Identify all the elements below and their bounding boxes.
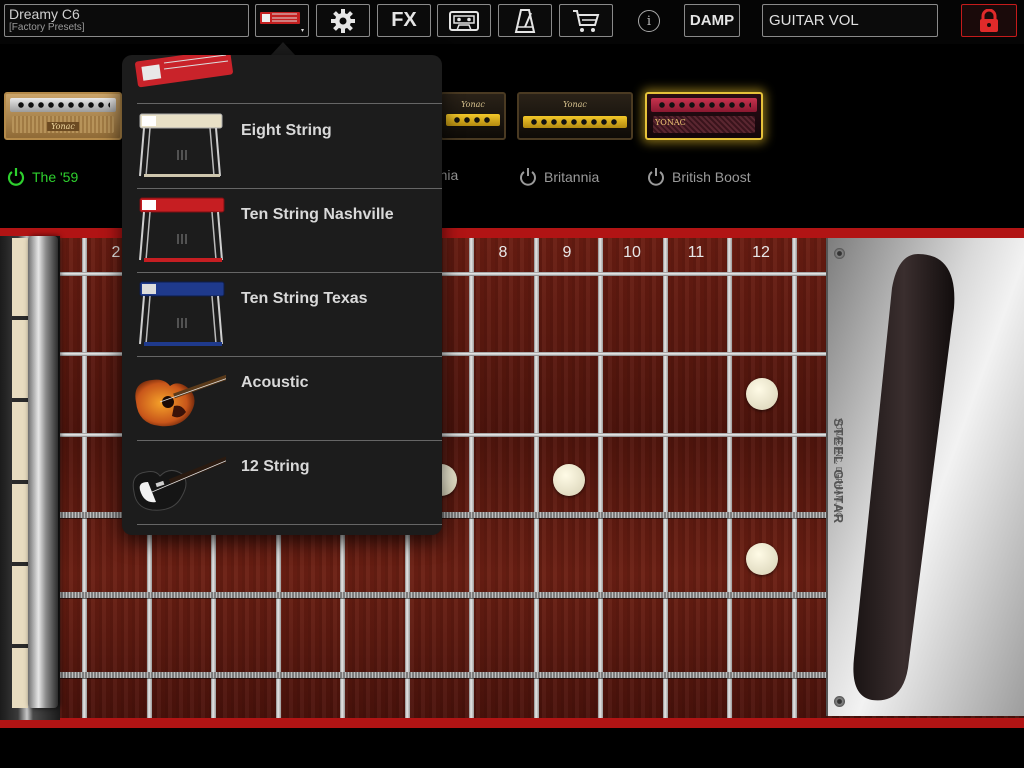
guitar-volume-label: GUITAR VOL — [769, 12, 859, 29]
fret-number: 11 — [687, 244, 705, 261]
info-glyph: i — [646, 13, 652, 29]
fret-bar — [792, 238, 797, 718]
amp-british-boost[interactable]: YONAC — [645, 92, 763, 140]
power-icon — [7, 168, 25, 186]
amp-britannia-2[interactable]: Yonac — [517, 92, 633, 140]
plate-maker: YONAC INC. DURHAM, NC — [834, 418, 843, 519]
instrument-option-eight-string[interactable]: Eight String — [122, 104, 442, 188]
fret-bar — [663, 238, 668, 718]
amp-name: British Boost — [672, 169, 751, 185]
instrument-select-button[interactable] — [255, 4, 309, 37]
fret-inlay-dot — [746, 378, 778, 410]
pedal-steel-red-icon — [139, 197, 225, 262]
fret-number: 12 — [752, 244, 770, 261]
fx-button[interactable]: FX — [377, 4, 431, 37]
amp-knobs — [452, 116, 494, 124]
gear-icon — [331, 8, 355, 33]
settings-button[interactable] — [316, 4, 370, 37]
nut-ivory-inlay — [12, 238, 28, 708]
acoustic-guitar-icon — [135, 374, 226, 427]
power-icon — [520, 168, 536, 186]
steel-guitar-icon — [260, 11, 304, 32]
electric-12-string-icon — [132, 456, 226, 511]
amp-badge: Yonac — [461, 100, 485, 109]
fret-inlay-dot — [553, 464, 585, 496]
amp-badge: YONAC — [655, 118, 686, 127]
lock-button[interactable] — [961, 4, 1017, 37]
fret-number: 10 — [623, 244, 641, 261]
screw-icon — [834, 248, 845, 259]
fret-number: 9 — [562, 244, 572, 261]
amp-the-59[interactable]: Yonac — [4, 92, 122, 140]
steel-bar-slide[interactable] — [28, 236, 58, 708]
amp-badge: Yonac — [47, 122, 79, 131]
amp-power-britannia-2[interactable]: Britannia — [518, 167, 599, 187]
instrument-option-label: Ten String Texas — [241, 290, 368, 307]
amp-knobs — [657, 101, 751, 109]
fret-number: 8 — [498, 244, 508, 261]
instrument-option-label: 12 String — [241, 458, 310, 475]
guitar-volume-slider[interactable]: GUITAR VOL — [762, 4, 938, 37]
shopping-cart-icon — [573, 9, 600, 32]
amp-knobs — [16, 101, 110, 109]
lock-icon — [980, 8, 998, 32]
pickup-icon — [853, 254, 955, 701]
amp-knobs — [529, 118, 621, 126]
pedal-steel-blue-icon — [139, 281, 225, 346]
preset-selector[interactable]: Dreamy C6 [Factory Presets] — [4, 4, 249, 37]
preset-source: [Factory Presets] — [9, 22, 85, 33]
fret-bar — [727, 238, 732, 718]
instrument-option-acoustic[interactable]: Acoustic — [122, 356, 442, 440]
amp-britannia-1[interactable]: Yonac — [440, 92, 506, 140]
damp-button[interactable]: DAMP — [684, 4, 740, 37]
metronome-icon — [514, 8, 536, 33]
top-toolbar: Dreamy C6 [Factory Presets] FX i DAMP GU… — [0, 0, 1024, 44]
fret-bar — [598, 238, 603, 718]
fret-inlay-dot — [746, 543, 778, 575]
instrument-option-label: Eight String — [241, 122, 332, 139]
fret-bar — [82, 238, 87, 718]
instrument-option-ten-string-nashville[interactable]: Ten String Nashville — [122, 188, 442, 272]
instrument-option-label: Acoustic — [241, 374, 309, 391]
recorder-button[interactable] — [437, 4, 491, 37]
amp-name: The '59 — [32, 169, 79, 185]
instrument-option-12-string[interactable]: 12 String — [122, 440, 442, 524]
screw-icon — [834, 696, 845, 707]
instrument-option-label: Ten String Nashville — [241, 206, 394, 223]
amp-name: Britannia — [544, 169, 600, 185]
menu-separator — [137, 524, 442, 525]
popover-arrow — [271, 42, 295, 55]
pedal-steel-cream-icon — [139, 113, 223, 177]
amp-power-british-boost[interactable]: British Boost — [646, 167, 751, 187]
instrument-popover: Eight String Ten String Nashville Ten St… — [122, 55, 442, 535]
fret-bar — [534, 238, 539, 718]
amp-power-the-59[interactable]: The '59 — [6, 167, 78, 187]
info-icon[interactable]: i — [638, 10, 660, 32]
amp-badge: Yonac — [563, 100, 587, 109]
preset-name: Dreamy C6 — [9, 6, 80, 22]
power-icon — [648, 168, 664, 186]
store-button[interactable] — [559, 4, 613, 37]
fret-bar — [469, 238, 474, 718]
cassette-icon — [449, 10, 479, 31]
metronome-button[interactable] — [498, 4, 552, 37]
steel-guitar-thumb-red — [135, 55, 233, 88]
instrument-option-ten-string-texas[interactable]: Ten String Texas — [122, 272, 442, 356]
